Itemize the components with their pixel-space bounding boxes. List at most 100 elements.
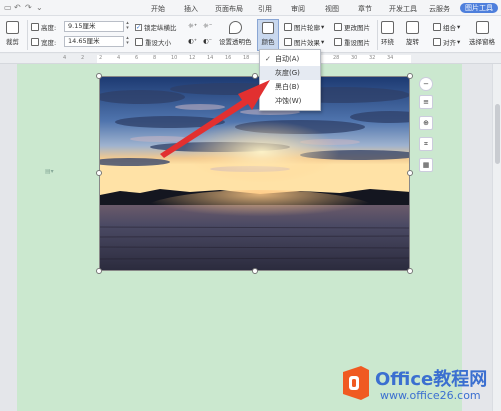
resize-handle-left[interactable] <box>96 170 102 176</box>
change-picture-button[interactable]: 更改图片 <box>334 22 370 32</box>
crop-icon: ⌗ <box>424 139 428 148</box>
wrap-icon <box>381 21 394 34</box>
set-transparent-color-button[interactable]: 设置透明色 <box>219 21 252 46</box>
resize-handle-right[interactable] <box>407 170 413 176</box>
horizontal-ruler[interactable]: 42246810121416182022242628303234 <box>0 54 501 64</box>
office-logo-icon <box>343 366 369 400</box>
resize-handle-bottom-right[interactable] <box>407 268 413 274</box>
minus-icon: − <box>423 80 429 88</box>
contrast-down-button[interactable]: ◐⁻ <box>203 37 212 45</box>
grid-icon: ▦ <box>422 161 430 169</box>
ruler-number: 16 <box>225 55 232 61</box>
ruler-number: 14 <box>207 55 214 61</box>
droplet-icon <box>228 21 242 34</box>
undo-icon[interactable]: ↶ <box>14 3 21 12</box>
group-button[interactable]: 组合 ▾ <box>433 22 460 32</box>
color-icon <box>262 22 274 34</box>
align-button[interactable]: 对齐 ▾ <box>433 37 460 47</box>
color-option-auto[interactable]: ✓ 自动(A) <box>260 52 320 66</box>
sun-icon: ☼⁻ <box>203 22 213 30</box>
chevron-down-icon[interactable]: ⌄ <box>36 3 43 12</box>
vertical-scrollbar[interactable] <box>492 64 501 411</box>
align-icon <box>433 38 441 46</box>
collapse-toolbar-button[interactable]: − <box>419 77 433 91</box>
contrast-up-button[interactable]: ◐⁺ <box>188 37 197 45</box>
paste-options-icon[interactable]: ▤▾ <box>45 168 54 175</box>
tab-home[interactable]: 开始 <box>151 4 165 14</box>
brightness-down-button[interactable]: ☼⁻ <box>203 22 212 30</box>
menu-bar: ▭ ↶ ↷ ⌄ 开始 插入 页面布局 引用 审阅 视图 章节 开发工具 云服务 … <box>0 0 501 16</box>
watermark-url: www.office26.com <box>380 389 481 402</box>
sun-icon: ☼⁺ <box>188 22 198 30</box>
crop-label: 裁剪 <box>6 38 19 46</box>
ruler-number: 8 <box>153 55 157 61</box>
width-field[interactable]: 14.65厘米 <box>64 36 124 47</box>
rotate-icon <box>406 21 419 34</box>
ruler-number: 10 <box>171 55 178 61</box>
ruler-number: 32 <box>369 55 376 61</box>
outline-icon <box>284 23 292 31</box>
group-icon <box>433 23 441 31</box>
zoom-picture-button[interactable]: ⊕ <box>419 116 433 130</box>
ruler-number: 30 <box>351 55 358 61</box>
tab-developer[interactable]: 开发工具 <box>389 4 417 14</box>
ruler-number: 4 <box>117 55 121 61</box>
contrast-icon: ◐⁺ <box>188 37 198 45</box>
ruler-number: 28 <box>333 55 340 61</box>
ribbon: 裁剪 高度: 9.15厘米 ▴ ▾ 宽度: 14.65厘米 ▴ ▾ ✓ 锁定纵横比 … <box>0 16 501 53</box>
tab-view[interactable]: 视图 <box>325 4 339 14</box>
resize-handle-bottom-left[interactable] <box>96 268 102 274</box>
crop-icon <box>6 21 19 34</box>
tab-review[interactable]: 审阅 <box>291 4 305 14</box>
scrollbar-thumb[interactable] <box>495 104 500 164</box>
resize-handle-bottom[interactable] <box>252 268 258 274</box>
picture-outline-button[interactable]: 图片轮廓 ▾ <box>284 22 324 32</box>
save-icon[interactable]: ▭ <box>4 3 12 12</box>
layout-options-button[interactable]: ≡ <box>419 95 433 109</box>
change-picture-icon <box>334 23 342 31</box>
ruler-number: 18 <box>243 55 250 61</box>
wrap-button[interactable]: 环绕 <box>381 21 394 46</box>
contrast-icon: ◐⁻ <box>203 37 213 45</box>
picture-settings-button[interactable]: ▦ <box>419 158 433 172</box>
width-icon <box>31 38 39 46</box>
width-stepper[interactable]: ▴ ▾ <box>124 36 131 47</box>
resize-handle-top-right[interactable] <box>407 73 413 79</box>
color-button[interactable]: 颜色 <box>257 19 279 51</box>
height-label: 高度: <box>31 22 56 32</box>
brightness-up-button[interactable]: ☼⁺ <box>188 22 197 30</box>
ruler-number: 6 <box>135 55 139 61</box>
height-stepper[interactable]: ▴ ▾ <box>124 21 131 32</box>
ruler-number: 34 <box>387 55 394 61</box>
picture-effect-button[interactable]: 图片效果 ▾ <box>284 37 324 47</box>
resize-handle-top-left[interactable] <box>96 73 102 79</box>
selection-pane-icon <box>475 21 489 34</box>
layout-icon: ≡ <box>423 98 429 106</box>
height-field[interactable]: 9.15厘米 <box>64 21 124 32</box>
crop-picture-button[interactable]: ⌗ <box>419 137 433 151</box>
reset-size-button[interactable]: 重设大小 <box>135 37 171 47</box>
selection-pane-button[interactable]: 选择窗格 <box>469 21 495 46</box>
tab-references[interactable]: 引用 <box>258 4 272 14</box>
reset-picture-icon <box>334 38 342 46</box>
rotate-button[interactable]: 旋转 <box>406 21 419 46</box>
height-icon <box>31 23 39 31</box>
tab-picture-tools[interactable]: 图片工具 <box>460 3 498 13</box>
redo-icon[interactable]: ↷ <box>25 3 32 12</box>
ruler-number: 2 <box>99 55 103 61</box>
tab-cloud-service[interactable]: 云服务 <box>429 4 450 14</box>
ruler-number: 4 <box>63 55 67 61</box>
width-label: 宽度: <box>31 37 56 47</box>
tab-page-layout[interactable]: 页面布局 <box>215 4 243 14</box>
checkbox-icon: ✓ <box>135 23 142 31</box>
ruler-text-area <box>97 55 411 63</box>
reset-picture-button[interactable]: 重设图片 <box>334 37 370 47</box>
tab-insert[interactable]: 插入 <box>184 4 198 14</box>
tab-chapter[interactable]: 章节 <box>358 4 372 14</box>
ruler-number: 2 <box>81 55 85 61</box>
divider <box>27 20 28 50</box>
watermark-title: Office教程网 <box>375 369 488 390</box>
crop-button[interactable]: 裁剪 <box>6 21 19 46</box>
reset-size-icon <box>135 38 143 46</box>
lock-ratio-checkbox[interactable]: ✓ 锁定纵横比 <box>135 22 177 32</box>
